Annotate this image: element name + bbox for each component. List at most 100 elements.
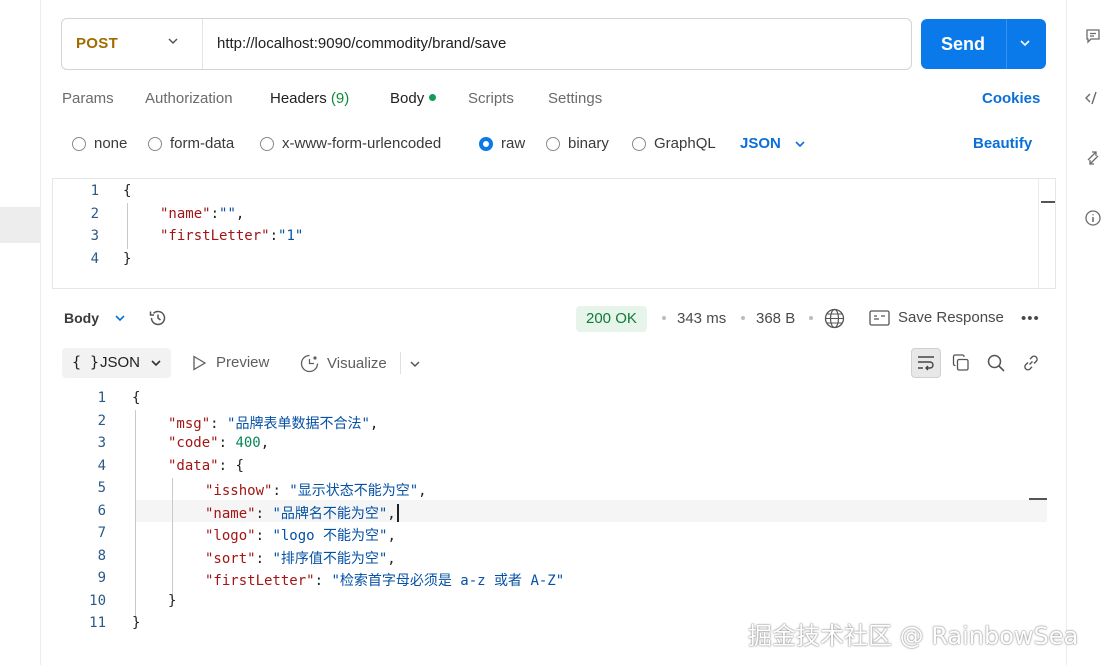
search-button[interactable] xyxy=(981,348,1011,378)
line-number: 7 xyxy=(97,525,106,541)
response-body-viewer[interactable]: 1 2 3 4 5 6 7 8 9 10 11 { "msg": "品牌表单数据… xyxy=(52,388,1056,638)
save-response-icon[interactable] xyxy=(869,309,890,327)
headers-count: (9) xyxy=(330,90,350,107)
tab-params[interactable]: Params xyxy=(62,90,114,107)
line-number: 11 xyxy=(89,615,106,631)
tab-body[interactable]: Body xyxy=(390,90,437,107)
link-button[interactable] xyxy=(1016,348,1046,378)
watermark: 掘金技术社区 @ RainbowSea xyxy=(748,622,1079,650)
code-line: "data": { xyxy=(168,458,244,474)
chevron-down-icon[interactable] xyxy=(408,357,422,371)
line-number: 1 xyxy=(90,183,99,199)
radio-graphql-label: GraphQL xyxy=(654,135,716,152)
json-number: 400 xyxy=(235,435,261,451)
visualize-button[interactable]: Visualize xyxy=(300,354,387,373)
tab-settings[interactable]: Settings xyxy=(548,90,602,107)
globe-icon[interactable] xyxy=(824,308,845,329)
copy-icon xyxy=(952,354,969,371)
json-value: "品牌名不能为空" xyxy=(272,506,388,522)
response-section-select[interactable]: Body xyxy=(64,310,127,326)
separator-dot xyxy=(662,316,666,320)
line-number: 3 xyxy=(90,228,99,244)
preview-label: Preview xyxy=(216,354,270,371)
chevron-down-icon xyxy=(151,360,161,367)
json-key: "sort" xyxy=(205,551,256,567)
json-open-brace: { xyxy=(235,458,244,474)
code-close-brace: } xyxy=(132,615,141,631)
radio-form-data[interactable]: form-data xyxy=(148,135,234,152)
line-number: 1 xyxy=(97,390,106,406)
json-value: "logo 不能为空" xyxy=(272,528,388,544)
method-select[interactable]: POST xyxy=(76,35,118,52)
editor-scrollbar[interactable] xyxy=(1038,179,1056,288)
response-size[interactable]: 368 B xyxy=(756,310,795,327)
tab-authorization[interactable]: Authorization xyxy=(145,90,233,107)
tab-headers[interactable]: Headers (9) xyxy=(270,90,349,107)
body-indicator-dot xyxy=(429,94,437,101)
json-value: "" xyxy=(219,206,236,222)
info-icon[interactable] xyxy=(1085,210,1101,230)
radio-binary[interactable]: binary xyxy=(546,135,609,152)
radio-circle-selected[interactable] xyxy=(479,136,493,151)
json-key: "code" xyxy=(168,435,219,451)
beautify-button[interactable]: Beautify xyxy=(973,135,1032,152)
radio-circle[interactable] xyxy=(260,136,274,151)
line-number: 2 xyxy=(90,206,99,222)
radio-graphql[interactable]: GraphQL xyxy=(632,135,716,152)
line-number: 10 xyxy=(89,593,106,609)
radio-none[interactable]: none xyxy=(72,135,127,152)
url-divider xyxy=(202,19,203,69)
line-number: 4 xyxy=(97,458,106,474)
code-line: "logo": "logo 不能为空", xyxy=(205,528,396,544)
separator-dot xyxy=(809,316,813,320)
request-body-editor[interactable]: 1 2 3 4 { "name":"", "firstLetter":"1" } xyxy=(52,178,1056,289)
radio-none-label: none xyxy=(94,135,128,152)
cookies-link[interactable]: Cookies xyxy=(982,90,1040,107)
line-number: 3 xyxy=(97,435,106,451)
body-format-label: JSON xyxy=(740,135,781,152)
indent-guide xyxy=(135,410,136,618)
wrap-lines-icon xyxy=(918,356,934,371)
more-options-button[interactable]: ••• xyxy=(1021,310,1040,327)
arrows-icon[interactable] xyxy=(1085,150,1101,170)
chevron-down-icon[interactable] xyxy=(1018,36,1032,50)
chevron-down-icon[interactable] xyxy=(166,34,180,48)
url-input[interactable]: http://localhost:9090/commodity/brand/sa… xyxy=(217,35,506,52)
radio-circle[interactable] xyxy=(546,136,560,151)
braces-icon: { } xyxy=(72,353,100,371)
wrap-lines-button[interactable] xyxy=(911,348,941,378)
code-line: "firstLetter":"1" xyxy=(160,228,303,244)
left-sidebar-selected-item[interactable] xyxy=(0,207,41,243)
body-format-select[interactable]: JSON xyxy=(740,135,807,152)
status-badge: 200 OK xyxy=(576,306,647,332)
tab-body-label: Body xyxy=(390,90,425,107)
copy-button[interactable] xyxy=(946,348,976,378)
response-section-label: Body xyxy=(64,310,99,326)
code-icon[interactable] xyxy=(1085,90,1101,110)
search-icon xyxy=(987,354,1005,372)
code-line: "code": 400, xyxy=(168,435,270,451)
radio-circle[interactable] xyxy=(148,136,162,151)
history-icon[interactable] xyxy=(148,308,168,328)
code-line: "name": "品牌名不能为空", xyxy=(205,503,399,523)
save-response-button[interactable]: Save Response xyxy=(898,309,1004,326)
json-comma: , xyxy=(235,206,245,222)
json-key: "name" xyxy=(160,206,211,222)
comment-icon[interactable] xyxy=(1085,28,1101,48)
json-key: "name" xyxy=(205,506,256,522)
radio-circle[interactable] xyxy=(632,136,646,151)
send-label: Send xyxy=(941,34,986,54)
preview-button[interactable]: Preview xyxy=(192,354,269,371)
radio-raw[interactable]: raw xyxy=(479,135,525,152)
json-close-brace: } xyxy=(168,593,177,609)
line-number: 6 xyxy=(97,503,106,519)
send-button[interactable]: Send xyxy=(921,19,1046,69)
code-open-brace: { xyxy=(132,390,141,406)
response-time[interactable]: 343 ms xyxy=(677,310,726,327)
json-comma: , xyxy=(387,506,396,522)
radio-circle[interactable] xyxy=(72,136,86,151)
response-view-mode-select[interactable]: { } JSON xyxy=(62,348,171,378)
radio-urlencoded[interactable]: x-www-form-urlencoded xyxy=(260,135,441,152)
tab-scripts[interactable]: Scripts xyxy=(468,90,514,107)
code-line: "msg": "品牌表单数据不合法", xyxy=(168,416,379,432)
